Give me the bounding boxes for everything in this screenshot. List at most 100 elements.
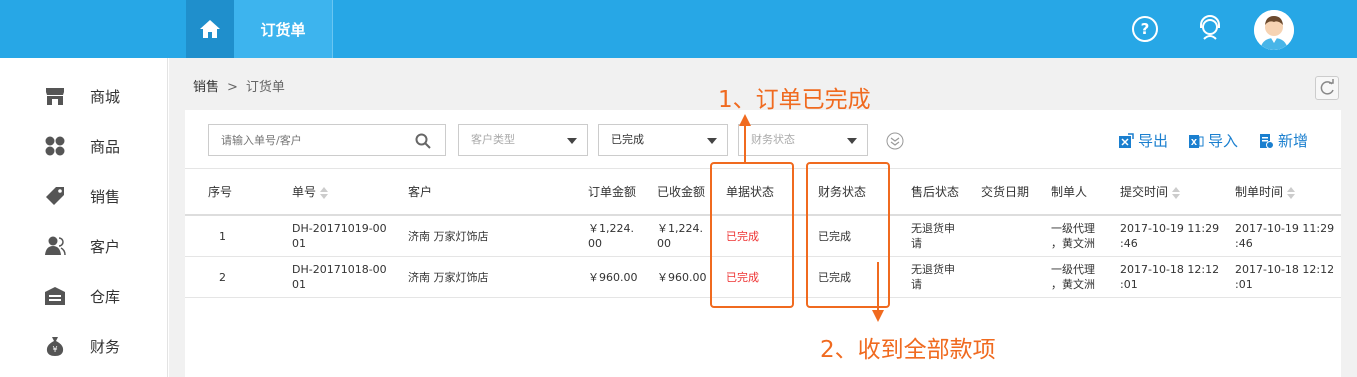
order-status-select[interactable]: 已完成	[598, 124, 728, 156]
export-label: 导出	[1138, 132, 1169, 150]
user-avatar[interactable]	[1254, 10, 1294, 50]
svg-text:X: X	[1191, 138, 1198, 147]
sort-icon[interactable]	[1287, 186, 1296, 199]
annotation-note-1: 1、订单已完成	[718, 87, 871, 113]
cell-received: ￥960.00	[657, 271, 707, 284]
search-input[interactable]	[209, 125, 399, 155]
excel-icon: X	[1189, 134, 1204, 148]
avatar-icon	[1254, 10, 1294, 50]
cell-creator-line2: ，黄文洲	[1051, 278, 1095, 291]
order-status-value: 已完成	[611, 133, 644, 146]
svg-text:?: ?	[1141, 20, 1150, 38]
cell-order-no-line1: DH-20171018-00	[292, 263, 387, 276]
header-after-sale: 售后状态	[911, 185, 960, 199]
header-order-no-label: 单号	[292, 185, 317, 199]
cell-submit-time-line1: 2017-10-19 11:29	[1120, 222, 1220, 235]
sidebar-item-warehouse[interactable]: 仓库	[0, 276, 168, 316]
add-button[interactable]: 新增	[1258, 130, 1308, 151]
cell-create-time: 2017-10-18 12:12 :01	[1235, 262, 1334, 292]
cell-order-no-line2: 01	[292, 278, 306, 291]
cell-create-time-line2: :46	[1235, 237, 1253, 250]
cell-order-no[interactable]: DH-20171019-00 01	[292, 221, 387, 251]
sidebar-item-label: 商品	[90, 137, 121, 156]
cell-after-sale-line1: 无退货申	[911, 222, 955, 235]
cell-received-line2: 00	[657, 237, 671, 250]
cell-amount-line2: 00	[588, 237, 602, 250]
cell-submit-time-line2: :46	[1120, 237, 1138, 250]
header-submit-time-label: 提交时间	[1120, 185, 1169, 199]
support-icon[interactable]	[1196, 15, 1224, 43]
chevron-down-icon	[567, 138, 577, 144]
cell-create-time-line2: :01	[1235, 278, 1253, 291]
help-icon[interactable]: ?	[1131, 15, 1159, 43]
cell-create-time-line1: 2017-10-19 11:29	[1235, 222, 1335, 235]
sidebar-item-products[interactable]: 商品	[0, 126, 168, 166]
cell-creator-line1: 一级代理	[1051, 263, 1095, 276]
sort-icon[interactable]	[1172, 186, 1181, 199]
cell-after-sale: 无退货申请	[911, 262, 955, 292]
chevron-down-icon	[707, 138, 717, 144]
breadcrumb: 销售 > 订货单	[193, 76, 285, 95]
add-document-icon	[1260, 133, 1274, 149]
store-icon	[46, 88, 64, 105]
header-customer: 客户	[408, 185, 433, 199]
sidebar-item-customers[interactable]: 客户	[0, 226, 168, 266]
header-submit-time[interactable]: 提交时间	[1120, 169, 1181, 215]
cell-index: 2	[219, 271, 226, 284]
sidebar-item-finance[interactable]: ¥ 财务	[0, 326, 168, 366]
expand-filters-icon[interactable]	[886, 132, 904, 150]
cell-creator: 一级代理 ，黄文洲	[1051, 221, 1095, 251]
cell-received: ￥1,224. 00	[657, 221, 703, 251]
breadcrumb-parent[interactable]: 销售	[193, 80, 219, 95]
top-bar: 订货单 ?	[0, 0, 1357, 58]
sidebar-item-label: 财务	[90, 337, 121, 356]
cell-amount: ￥1,224. 00	[588, 221, 634, 251]
customer-type-placeholder: 客户类型	[471, 133, 515, 146]
header-order-no[interactable]: 单号	[292, 169, 329, 215]
cell-creator-line1: 一级代理	[1051, 222, 1095, 235]
annotation-box-finance-status	[806, 162, 890, 308]
grid-icon	[45, 136, 65, 156]
export-icon	[1119, 132, 1134, 148]
header-creator: 制单人	[1051, 185, 1088, 199]
cell-create-time: 2017-10-19 11:29 :46	[1235, 221, 1334, 251]
cell-after-sale-line1: 无退货申	[911, 263, 955, 276]
sidebar-item-store[interactable]: 商城	[0, 76, 168, 116]
cell-amount-line1: ￥1,224.	[588, 222, 634, 235]
search-box	[208, 124, 446, 156]
header-amount: 订单金额	[588, 185, 637, 199]
sidebar: 商城 商品 销售 客户 仓库 ¥ 财务	[0, 58, 168, 377]
cell-after-sale-line2: 请	[911, 278, 922, 291]
cell-creator-line2: ，黄文洲	[1051, 237, 1095, 250]
import-label: 导入	[1208, 132, 1239, 150]
annotation-box-doc-status	[710, 162, 794, 308]
sidebar-item-label: 仓库	[90, 287, 121, 306]
search-icon[interactable]	[415, 133, 431, 149]
chevron-down-icon	[847, 138, 857, 144]
cell-after-sale-line2: 请	[911, 237, 922, 250]
header-create-time[interactable]: 制单时间	[1235, 169, 1296, 215]
tag-icon	[46, 187, 64, 205]
header-index: 序号	[208, 185, 233, 199]
header-delivery-date: 交货日期	[981, 185, 1030, 199]
refresh-icon	[1320, 79, 1334, 95]
cell-order-no[interactable]: DH-20171018-00 01	[292, 262, 387, 292]
home-button[interactable]	[186, 0, 234, 58]
cell-customer: 济南 万家灯饰店	[408, 271, 489, 284]
home-icon	[200, 20, 220, 38]
breadcrumb-separator: >	[227, 80, 238, 95]
export-button[interactable]: 导出	[1118, 130, 1168, 151]
cell-amount: ￥960.00	[588, 271, 638, 284]
import-button[interactable]: X 导入	[1188, 130, 1238, 151]
add-label: 新增	[1278, 132, 1309, 150]
sort-icon[interactable]	[320, 186, 329, 199]
sidebar-item-sales[interactable]: 销售	[0, 176, 168, 216]
warehouse-icon	[45, 287, 65, 305]
header-received: 已收金额	[657, 185, 706, 199]
tab-order[interactable]: 订货单	[234, 0, 333, 58]
cell-create-time-line1: 2017-10-18 12:12	[1235, 263, 1335, 276]
customer-type-select[interactable]: 客户类型	[458, 124, 588, 156]
cell-order-no-line2: 01	[292, 237, 306, 250]
finance-status-select[interactable]: 财务状态	[738, 124, 868, 156]
refresh-button[interactable]	[1315, 76, 1339, 100]
